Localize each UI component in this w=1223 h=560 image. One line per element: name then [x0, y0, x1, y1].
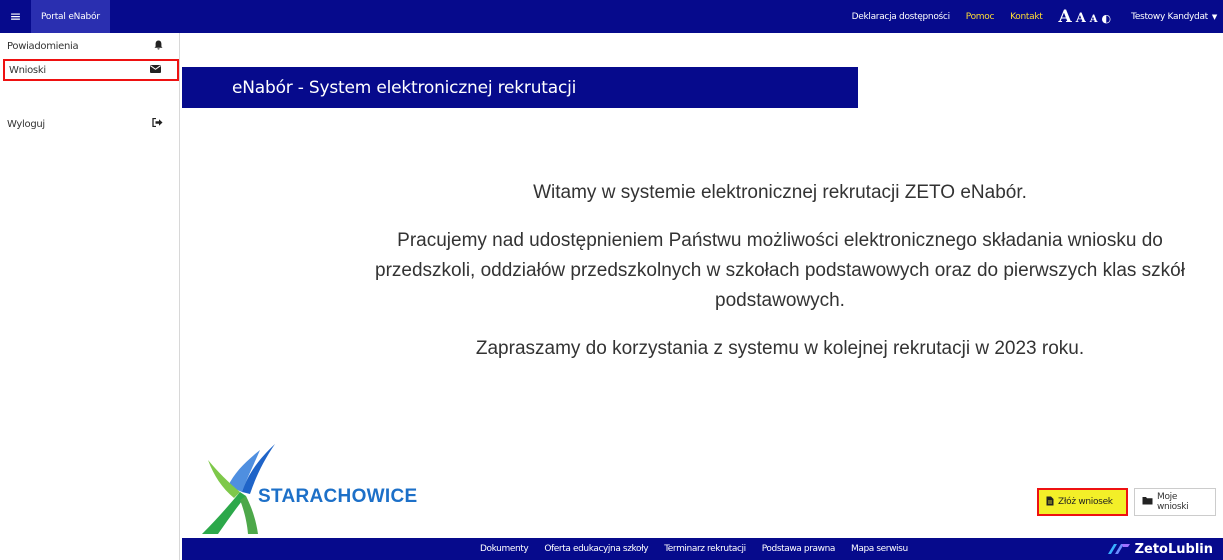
sidebar-item-applications[interactable]: Wnioski — [3, 59, 179, 81]
font-medium-button[interactable]: A — [1076, 11, 1086, 26]
folder-icon — [1142, 496, 1153, 508]
submit-application-button[interactable]: Złóż wniosek — [1037, 488, 1128, 516]
document-icon — [1046, 496, 1054, 509]
logout-icon — [152, 117, 163, 130]
bell-icon — [154, 40, 163, 53]
zetolublin-logo: ZetoLublin — [1107, 541, 1213, 557]
font-small-button[interactable]: A — [1090, 14, 1098, 25]
sidebar-item-label: Wnioski — [9, 64, 46, 76]
user-menu[interactable]: Testowy Kandydat ▼ — [1119, 12, 1223, 22]
welcome-line: Zapraszamy do korzystania z systemu w ko… — [475, 338, 1085, 359]
sidebar-item-logout[interactable]: Wyloguj — [0, 114, 179, 134]
logo-text: STARACHOWICE — [258, 486, 418, 507]
font-size-controls: A A A ◐ — [1050, 7, 1119, 27]
contact-link[interactable]: Kontakt — [1002, 12, 1050, 22]
footer-brand-text: ZetoLublin — [1134, 541, 1213, 557]
sidebar-item-notifications[interactable]: Powiadomienia — [0, 36, 179, 56]
footer-links: Dokumenty Oferta edukacyjna szkoły Termi… — [472, 544, 916, 554]
welcome-line: Pracujemy nad udostępnieniem Państwu moż… — [375, 230, 1185, 311]
help-link[interactable]: Pomoc — [958, 12, 1002, 22]
top-navigation-bar: ≡ Portal eNabór Deklaracja dostępności P… — [0, 0, 1223, 33]
user-name: Testowy Kandydat — [1131, 11, 1208, 22]
zetolublin-logo-icon — [1107, 544, 1130, 554]
footer: Dokumenty Oferta edukacyjna szkoły Termi… — [182, 538, 1223, 560]
page-title: eNabór - System elektronicznej rekrutacj… — [232, 77, 577, 98]
submit-application-label: Złóż wniosek — [1058, 497, 1113, 507]
sidebar-item-label: Powiadomienia — [7, 40, 79, 52]
page-banner: eNabór - System elektronicznej rekrutacj… — [182, 67, 858, 108]
font-large-button[interactable]: A — [1058, 7, 1071, 27]
footer-link-legal-basis[interactable]: Podstawa prawna — [754, 544, 843, 554]
welcome-line: Witamy w systemie elektronicznej rekruta… — [533, 182, 1027, 203]
footer-link-documents[interactable]: Dokumenty — [472, 544, 536, 554]
footer-link-school-offer[interactable]: Oferta edukacyjna szkoły — [536, 544, 656, 554]
sidebar-item-label: Wyloguj — [7, 118, 45, 130]
footer-link-schedule[interactable]: Terminarz rekrutacji — [656, 544, 753, 554]
accessibility-declaration-link[interactable]: Deklaracja dostępności — [844, 12, 958, 22]
contrast-icon[interactable]: ◐ — [1102, 12, 1112, 25]
my-applications-label: Moje wnioski — [1157, 492, 1189, 512]
sidebar: Powiadomienia Wnioski Wyloguj — [0, 33, 180, 560]
welcome-message: Witamy w systemie elektronicznej rekruta… — [360, 178, 1200, 382]
hamburger-icon[interactable]: ≡ — [0, 0, 31, 33]
my-applications-button[interactable]: Moje wnioski — [1134, 488, 1216, 516]
footer-link-sitemap[interactable]: Mapa serwisu — [843, 544, 916, 554]
portal-brand-link[interactable]: Portal eNabór — [31, 0, 110, 33]
envelope-icon — [150, 64, 161, 76]
chevron-down-icon: ▼ — [1211, 12, 1217, 21]
